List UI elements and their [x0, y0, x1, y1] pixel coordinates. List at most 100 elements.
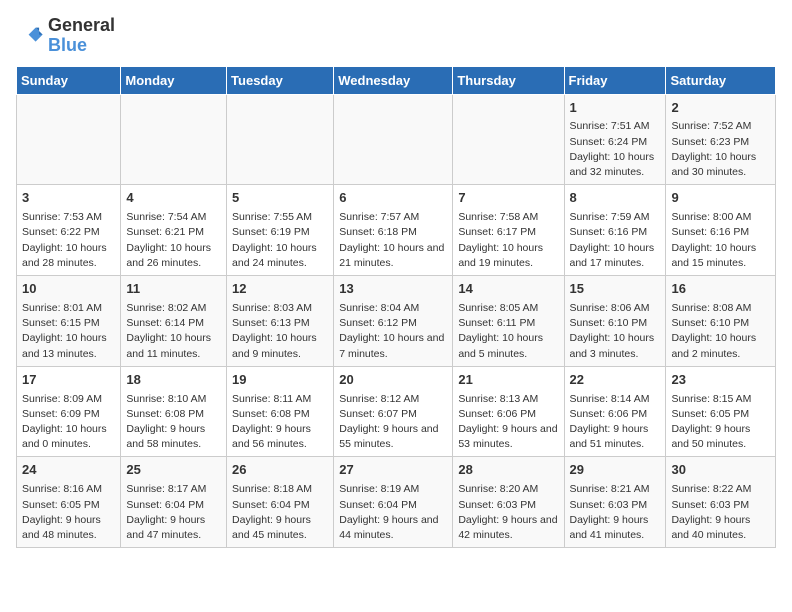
- day-info: Sunrise: 8:17 AM: [126, 482, 221, 497]
- day-info: Sunset: 6:04 PM: [339, 498, 447, 513]
- day-number: 25: [126, 461, 221, 480]
- day-info: Sunset: 6:22 PM: [22, 225, 115, 240]
- day-info: Daylight: 9 hours and 42 minutes.: [458, 513, 558, 543]
- col-header-friday: Friday: [564, 66, 666, 94]
- day-info: Sunset: 6:08 PM: [126, 407, 221, 422]
- day-cell: 27 Sunrise: 8:19 AMSunset: 6:04 PMDayligh…: [334, 457, 453, 548]
- logo-icon: [16, 22, 44, 50]
- day-cell: 20Sunrise: 8:12 AMSunset: 6:07 PMDayligh…: [334, 366, 453, 457]
- day-cell: [453, 94, 564, 185]
- day-number: 15: [570, 280, 661, 299]
- col-header-thursday: Thursday: [453, 66, 564, 94]
- day-number: 16: [671, 280, 770, 299]
- day-info: Daylight: 9 hours and 44 minutes.: [339, 513, 447, 543]
- day-info: Sunrise: 7:53 AM: [22, 210, 115, 225]
- week-row-1: 1Sunrise: 7:51 AMSunset: 6:24 PMDaylight…: [17, 94, 776, 185]
- day-cell: [334, 94, 453, 185]
- day-number: 11: [126, 280, 221, 299]
- day-number: 24: [22, 461, 115, 480]
- day-cell: 7Sunrise: 7:58 AMSunset: 6:17 PMDaylight…: [453, 185, 564, 276]
- week-row-4: 17Sunrise: 8:09 AMSunset: 6:09 PMDayligh…: [17, 366, 776, 457]
- day-info: Sunset: 6:17 PM: [458, 225, 558, 240]
- day-info: Daylight: 10 hours and 7 minutes.: [339, 331, 447, 361]
- day-cell: 19Sunrise: 8:11 AMSunset: 6:08 PMDayligh…: [227, 366, 334, 457]
- day-number: 23: [671, 371, 770, 390]
- day-info: Sunrise: 8:16 AM: [22, 482, 115, 497]
- day-info: Daylight: 9 hours and 55 minutes.: [339, 422, 447, 452]
- day-info: Sunrise: 8:02 AM: [126, 301, 221, 316]
- day-info: Sunset: 6:21 PM: [126, 225, 221, 240]
- day-info: Sunset: 6:24 PM: [570, 135, 661, 150]
- day-info: Sunrise: 7:59 AM: [570, 210, 661, 225]
- day-cell: [227, 94, 334, 185]
- day-info: Sunrise: 7:58 AM: [458, 210, 558, 225]
- day-info: Sunrise: 8:19 AM: [339, 482, 447, 497]
- week-row-3: 10Sunrise: 8:01 AMSunset: 6:15 PMDayligh…: [17, 276, 776, 367]
- day-info: Sunset: 6:06 PM: [570, 407, 661, 422]
- day-info: Daylight: 9 hours and 58 minutes.: [126, 422, 221, 452]
- day-cell: 15Sunrise: 8:06 AMSunset: 6:10 PMDayligh…: [564, 276, 666, 367]
- day-info: Daylight: 10 hours and 19 minutes.: [458, 241, 558, 271]
- day-number: 4: [126, 189, 221, 208]
- day-cell: [17, 94, 121, 185]
- day-number: 22: [570, 371, 661, 390]
- day-info: Sunrise: 8:00 AM: [671, 210, 770, 225]
- week-row-2: 3Sunrise: 7:53 AMSunset: 6:22 PMDaylight…: [17, 185, 776, 276]
- day-cell: 30Sunrise: 8:22 AMSunset: 6:03 PMDayligh…: [666, 457, 776, 548]
- day-info: Sunset: 6:16 PM: [570, 225, 661, 240]
- day-info: Daylight: 10 hours and 17 minutes.: [570, 241, 661, 271]
- day-info: Daylight: 9 hours and 48 minutes.: [22, 513, 115, 543]
- day-cell: 11Sunrise: 8:02 AMSunset: 6:14 PMDayligh…: [121, 276, 227, 367]
- day-info: Daylight: 10 hours and 9 minutes.: [232, 331, 328, 361]
- col-header-monday: Monday: [121, 66, 227, 94]
- day-number: 9: [671, 189, 770, 208]
- day-info: Daylight: 10 hours and 11 minutes.: [126, 331, 221, 361]
- day-info: Daylight: 10 hours and 32 minutes.: [570, 150, 661, 180]
- day-cell: [121, 94, 227, 185]
- day-info: Daylight: 9 hours and 51 minutes.: [570, 422, 661, 452]
- day-info: Sunrise: 8:15 AM: [671, 392, 770, 407]
- week-row-5: 24Sunrise: 8:16 AMSunset: 6:05 PMDayligh…: [17, 457, 776, 548]
- day-info: Daylight: 9 hours and 56 minutes.: [232, 422, 328, 452]
- day-cell: 2Sunrise: 7:52 AMSunset: 6:23 PMDaylight…: [666, 94, 776, 185]
- day-cell: 12Sunrise: 8:03 AMSunset: 6:13 PMDayligh…: [227, 276, 334, 367]
- day-number: 18: [126, 371, 221, 390]
- day-number: 19: [232, 371, 328, 390]
- day-cell: 13Sunrise: 8:04 AMSunset: 6:12 PMDayligh…: [334, 276, 453, 367]
- day-info: Daylight: 10 hours and 13 minutes.: [22, 331, 115, 361]
- day-info: Sunrise: 8:20 AM: [458, 482, 558, 497]
- day-info: Daylight: 9 hours and 53 minutes.: [458, 422, 558, 452]
- day-info: Daylight: 10 hours and 2 minutes.: [671, 331, 770, 361]
- day-info: Daylight: 10 hours and 0 minutes.: [22, 422, 115, 452]
- day-info: Daylight: 10 hours and 28 minutes.: [22, 241, 115, 271]
- day-info: Sunrise: 8:13 AM: [458, 392, 558, 407]
- day-cell: 4Sunrise: 7:54 AMSunset: 6:21 PMDaylight…: [121, 185, 227, 276]
- day-info: Sunset: 6:13 PM: [232, 316, 328, 331]
- day-info: Sunrise: 8:06 AM: [570, 301, 661, 316]
- day-number: 30: [671, 461, 770, 480]
- logo: General Blue: [16, 16, 115, 56]
- calendar-table: SundayMondayTuesdayWednesdayThursdayFrid…: [16, 66, 776, 549]
- day-cell: 5Sunrise: 7:55 AMSunset: 6:19 PMDaylight…: [227, 185, 334, 276]
- col-header-tuesday: Tuesday: [227, 66, 334, 94]
- day-info: Sunrise: 7:57 AM: [339, 210, 447, 225]
- day-info: Sunset: 6:04 PM: [232, 498, 328, 513]
- day-cell: 23Sunrise: 8:15 AMSunset: 6:05 PMDayligh…: [666, 366, 776, 457]
- day-info: Sunset: 6:15 PM: [22, 316, 115, 331]
- day-info: Sunset: 6:04 PM: [126, 498, 221, 513]
- day-number: 20: [339, 371, 447, 390]
- day-info: Daylight: 9 hours and 50 minutes.: [671, 422, 770, 452]
- day-cell: 14Sunrise: 8:05 AMSunset: 6:11 PMDayligh…: [453, 276, 564, 367]
- day-number: 13: [339, 280, 447, 299]
- day-number: 8: [570, 189, 661, 208]
- day-info: Daylight: 10 hours and 30 minutes.: [671, 150, 770, 180]
- day-info: Sunset: 6:09 PM: [22, 407, 115, 422]
- day-info: Sunset: 6:16 PM: [671, 225, 770, 240]
- day-cell: 18 Sunrise: 8:10 AMSunset: 6:08 PMDayligh…: [121, 366, 227, 457]
- day-info: Sunset: 6:10 PM: [570, 316, 661, 331]
- day-info: Sunrise: 7:51 AM: [570, 119, 661, 134]
- day-number: 27: [339, 461, 447, 480]
- day-info: Sunrise: 8:08 AM: [671, 301, 770, 316]
- header-area: General Blue: [16, 16, 776, 56]
- day-info: Sunrise: 8:10 AM: [126, 392, 221, 407]
